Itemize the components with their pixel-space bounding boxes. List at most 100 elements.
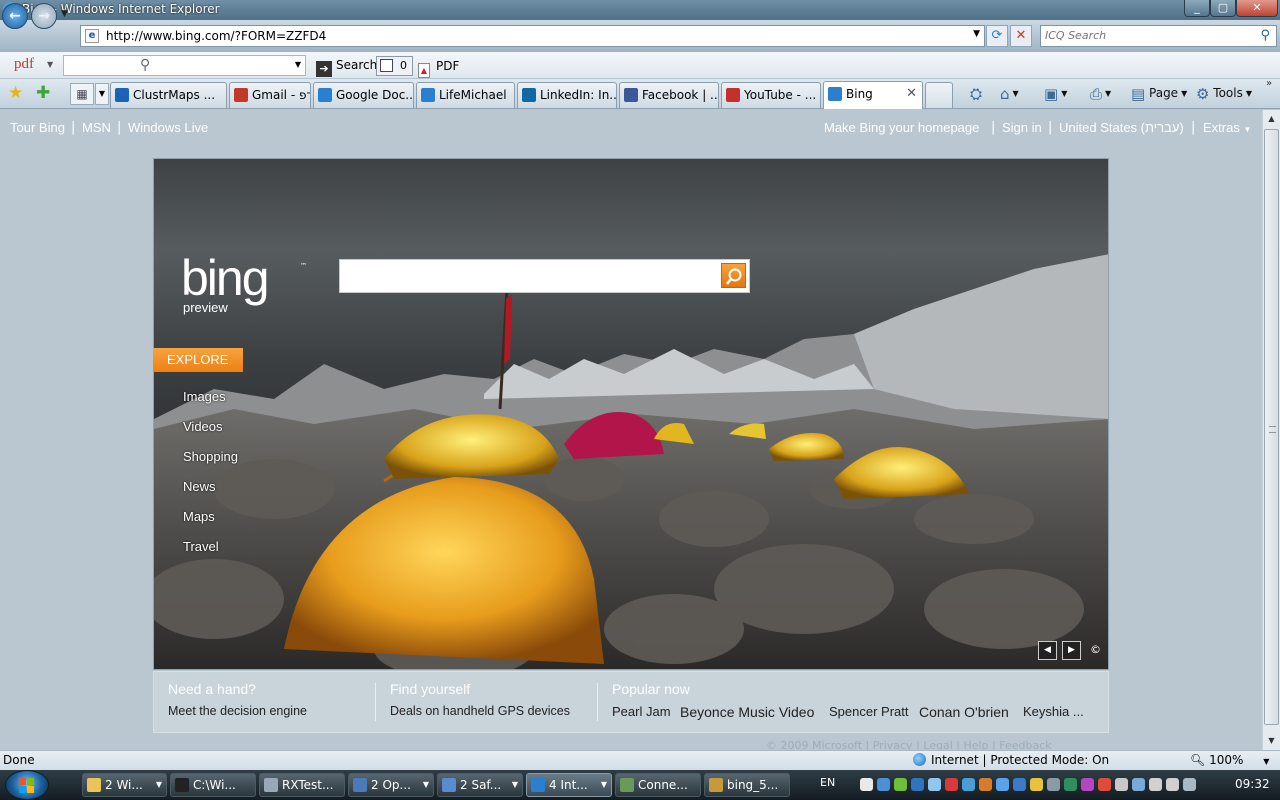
tab-5[interactable]: LinkedIn: In... bbox=[517, 82, 617, 108]
stop-button[interactable]: ✕ bbox=[1010, 25, 1032, 47]
chevron-down-icon[interactable]: ▼ bbox=[295, 60, 301, 69]
page-menu[interactable]: ▤ Page ▼ bbox=[1131, 82, 1187, 104]
tray-icon[interactable] bbox=[1013, 778, 1026, 791]
nav-link-shopping[interactable]: Shopping bbox=[183, 449, 238, 464]
tab-4[interactable]: LifeMichael bbox=[416, 82, 515, 108]
tab-8[interactable]: Bing ✕ bbox=[823, 81, 923, 109]
windows-live-link[interactable]: Windows Live bbox=[128, 120, 208, 135]
close-button[interactable]: ✕ bbox=[1236, 0, 1278, 17]
tray-icon[interactable] bbox=[979, 778, 992, 791]
tray-icon[interactable] bbox=[877, 778, 890, 791]
quick-tabs-button[interactable]: ▦ bbox=[70, 83, 94, 105]
extras-menu[interactable]: Extras ▼ bbox=[1203, 120, 1251, 135]
tray-icon[interactable] bbox=[894, 778, 907, 791]
minimize-button[interactable]: _ bbox=[1184, 0, 1210, 17]
popular-item[interactable]: Conan O'brien bbox=[919, 704, 1009, 720]
tray-icon[interactable] bbox=[1115, 778, 1128, 791]
nav-link-news[interactable]: News bbox=[183, 479, 216, 494]
nav-link-travel[interactable]: Travel bbox=[183, 539, 219, 554]
search-button[interactable] bbox=[721, 263, 746, 288]
gps-deals-link[interactable]: Deals on handheld GPS devices bbox=[390, 704, 570, 718]
pdf-search-box[interactable]: ⚲ ▼ bbox=[63, 55, 306, 76]
decision-engine-link[interactable]: Meet the decision engine bbox=[168, 704, 307, 718]
region-link[interactable]: United States (עברית) bbox=[1059, 120, 1184, 135]
taskbar-button[interactable]: RXTest... bbox=[259, 773, 345, 797]
tray-icon[interactable] bbox=[1030, 778, 1043, 791]
security-zone[interactable]: Internet | Protected Mode: On bbox=[913, 753, 1109, 767]
taskbar-button[interactable]: 2 Saf... ▼ bbox=[437, 773, 523, 797]
taskbar-button[interactable]: 4 Int... ▼ bbox=[526, 773, 612, 797]
popular-item[interactable]: Pearl Jam bbox=[612, 704, 671, 719]
next-image-button[interactable]: ▶ bbox=[1062, 641, 1081, 660]
nav-link-maps[interactable]: Maps bbox=[183, 509, 215, 524]
taskbar-button[interactable]: 2 Wi... ▼ bbox=[82, 773, 167, 797]
tray-icon[interactable] bbox=[945, 778, 958, 791]
tray-icon[interactable] bbox=[1166, 778, 1179, 791]
toolbar-overflow-icon[interactable]: » bbox=[1266, 78, 1272, 89]
previous-image-button[interactable]: ◀ bbox=[1038, 641, 1057, 660]
vertical-scrollbar[interactable]: ▲ ▼ bbox=[1262, 110, 1280, 750]
popular-item[interactable]: Spencer Pratt bbox=[829, 704, 909, 719]
address-url[interactable]: http://www.bing.com/?FORM=ZZFD4 bbox=[106, 29, 326, 43]
tab-1[interactable]: ClustrMaps ... bbox=[110, 82, 227, 108]
pdf-logo[interactable]: pdf bbox=[14, 56, 34, 73]
tray-icon[interactable] bbox=[928, 778, 941, 791]
favorites-star-icon[interactable]: ★ bbox=[8, 83, 23, 103]
make-homepage-link[interactable]: Make Bing your homepage bbox=[824, 120, 979, 135]
copyright-info-icon[interactable]: © bbox=[1090, 643, 1101, 656]
tour-bing-link[interactable]: Tour Bing bbox=[10, 120, 65, 135]
back-button[interactable]: ← bbox=[2, 3, 28, 29]
tray-icon[interactable] bbox=[1047, 778, 1060, 791]
bing-search-box[interactable] bbox=[339, 259, 750, 293]
search-icon[interactable]: ⚲ bbox=[1260, 28, 1270, 43]
scroll-down-button[interactable]: ▼ bbox=[1263, 732, 1280, 749]
bing-search-input[interactable] bbox=[344, 266, 714, 286]
tray-icon[interactable] bbox=[962, 778, 975, 791]
new-tab-button[interactable] bbox=[925, 82, 953, 108]
taskbar-button[interactable]: 2 Op... ▼ bbox=[348, 773, 434, 797]
recent-pages-dropdown[interactable]: ▼ bbox=[61, 9, 68, 19]
home-button[interactable]: ⌂ ▼ bbox=[1000, 82, 1019, 104]
need-a-hand-heading[interactable]: Need a hand? bbox=[168, 681, 256, 697]
add-favorite-icon[interactable]: ✚ bbox=[36, 83, 50, 103]
pdf-button[interactable]: ▲ PDF bbox=[418, 56, 459, 78]
popular-item[interactable]: Beyonce Music Video bbox=[680, 704, 814, 720]
rss-button[interactable]: ▣ ▼ bbox=[1044, 82, 1067, 104]
close-tab-icon[interactable]: ✕ bbox=[906, 82, 917, 106]
tray-icon[interactable] bbox=[911, 778, 924, 791]
icq-search-input[interactable] bbox=[1045, 29, 1240, 42]
icq-search-box[interactable]: ⚲ bbox=[1040, 25, 1277, 47]
tab-list-dropdown[interactable]: ▼ bbox=[95, 83, 109, 105]
tray-icon[interactable] bbox=[1064, 778, 1077, 791]
taskbar-button[interactable]: Conne... bbox=[615, 773, 701, 797]
find-yourself-heading[interactable]: Find yourself bbox=[390, 681, 470, 697]
maximize-button[interactable]: ▢ bbox=[1210, 0, 1236, 17]
tab-2[interactable]: Gmail - הדפ... bbox=[229, 82, 311, 108]
tray-icon[interactable] bbox=[1132, 778, 1145, 791]
taskbar-button[interactable]: C:\Wi... bbox=[170, 773, 256, 797]
tray-icon[interactable] bbox=[1183, 778, 1196, 791]
tools-menu[interactable]: ⚙ Tools ▼ bbox=[1196, 82, 1252, 104]
tray-icon[interactable] bbox=[996, 778, 1009, 791]
forward-button[interactable]: → bbox=[31, 3, 57, 29]
tab-7[interactable]: YouTube - ... bbox=[721, 82, 821, 108]
tray-icon[interactable] bbox=[1098, 778, 1111, 791]
tab-6[interactable]: Facebook | ... bbox=[619, 82, 719, 108]
refresh-button[interactable]: ⟳ bbox=[986, 25, 1008, 47]
pdf-logo-dropdown-icon[interactable]: ▼ bbox=[47, 60, 53, 69]
pdf-windows-count[interactable]: 0 bbox=[376, 56, 413, 76]
address-dropdown-icon[interactable]: ▼ bbox=[973, 29, 980, 39]
clock[interactable]: 09:32 bbox=[1235, 777, 1270, 791]
print-button[interactable]: ⎙ ▼ bbox=[1090, 82, 1111, 104]
tray-icon[interactable] bbox=[1081, 778, 1094, 791]
tab-3[interactable]: Google Doc... bbox=[313, 82, 414, 108]
language-indicator[interactable]: EN bbox=[820, 776, 835, 789]
feeds-icon[interactable]: ⛭ bbox=[970, 82, 982, 104]
nav-link-videos[interactable]: Videos bbox=[183, 419, 223, 434]
taskbar-button[interactable]: bing_5... bbox=[704, 773, 790, 797]
popular-item[interactable]: Keyshia ... bbox=[1023, 704, 1084, 719]
zoom-control[interactable]: 🔍︎ 100% ▼ bbox=[1190, 753, 1269, 767]
sign-in-link[interactable]: Sign in bbox=[1002, 120, 1042, 135]
pdf-search-button[interactable]: ➔ Search bbox=[312, 55, 381, 77]
address-bar[interactable]: e http://www.bing.com/?FORM=ZZFD4 ▼ bbox=[80, 25, 985, 47]
